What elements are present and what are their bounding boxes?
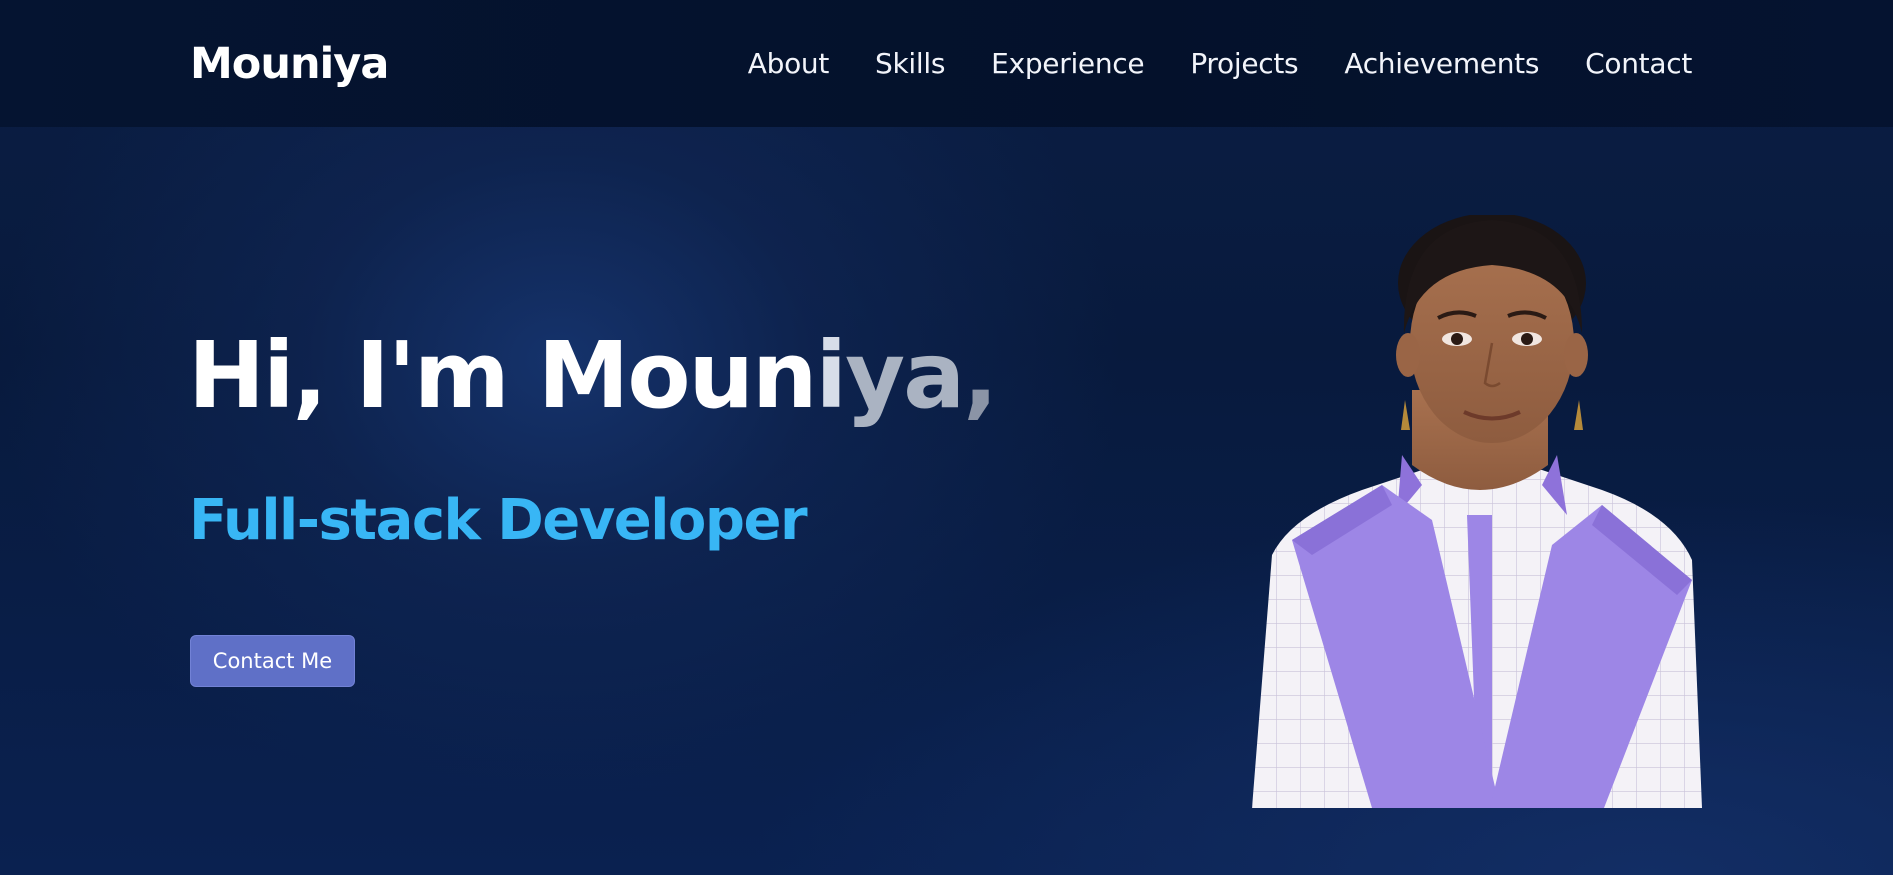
- hero-greeting: Hi, I'm Mouniya,: [188, 318, 998, 434]
- nav-links: About Skills Experience Projects Achieve…: [748, 44, 1693, 84]
- nav-link-experience[interactable]: Experience: [991, 44, 1144, 84]
- nav-link-contact[interactable]: Contact: [1585, 44, 1692, 84]
- nav-link-projects[interactable]: Projects: [1190, 44, 1298, 84]
- greeting-text-fade: i: [815, 322, 848, 429]
- portrait-illustration: [1252, 215, 1702, 808]
- greeting-text-fade: ,: [963, 322, 998, 429]
- site-logo[interactable]: Mouniya: [190, 36, 389, 92]
- nav-link-about[interactable]: About: [748, 44, 830, 84]
- hero-subtitle: Full-stack Developer: [189, 488, 808, 553]
- greeting-text: Hi, I'm Moun: [188, 322, 818, 429]
- navbar: Mouniya About Skills Experience Projects…: [0, 0, 1893, 127]
- greeting-text-fade: ya: [845, 322, 965, 429]
- contact-me-button[interactable]: Contact Me: [190, 635, 355, 687]
- profile-photo: [1252, 215, 1704, 808]
- nav-link-achievements[interactable]: Achievements: [1344, 44, 1539, 84]
- nav-link-skills[interactable]: Skills: [875, 44, 945, 84]
